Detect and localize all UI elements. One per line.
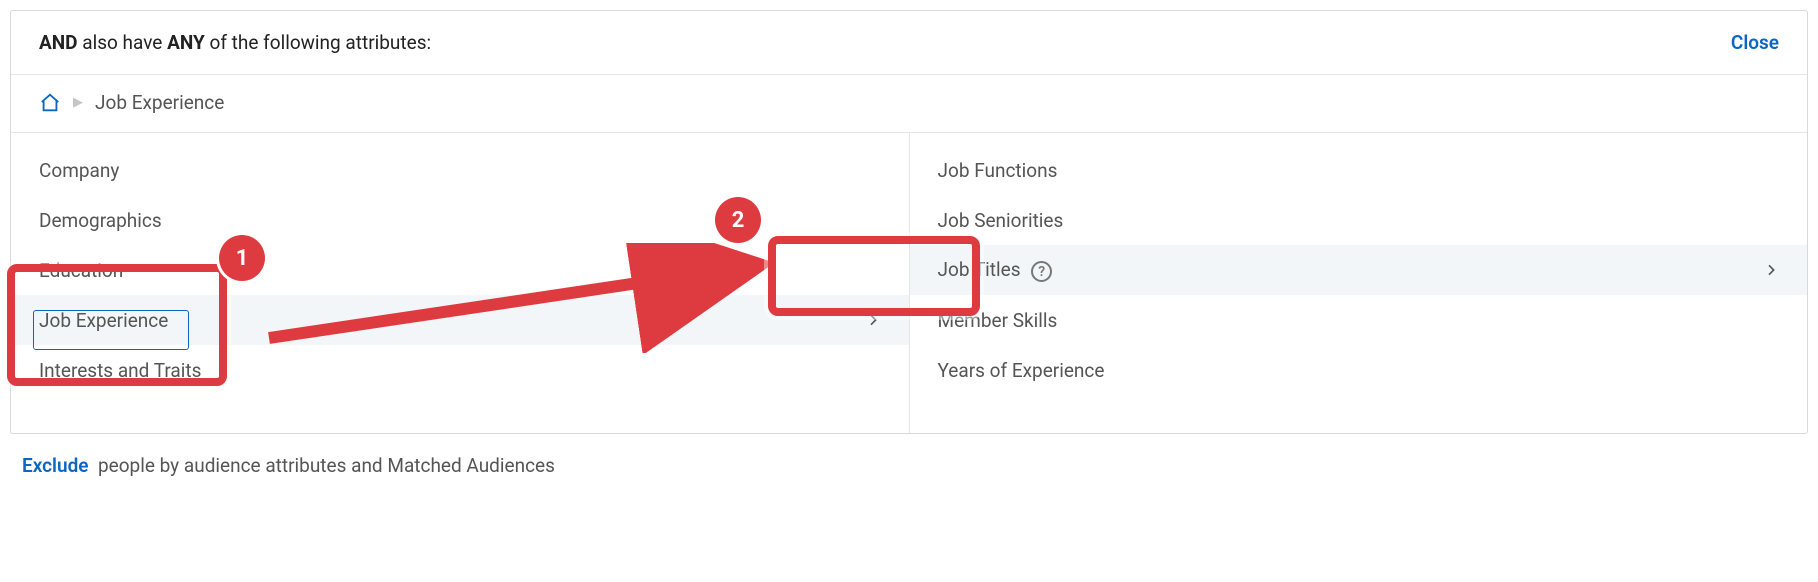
panel-header: AND also have ANY of the following attri… bbox=[11, 11, 1807, 75]
attr-label: Company bbox=[39, 159, 119, 182]
breadcrumb-current: Job Experience bbox=[95, 91, 224, 114]
chevron-right-icon bbox=[1763, 262, 1779, 278]
header-and: AND bbox=[39, 31, 78, 54]
help-icon[interactable]: ? bbox=[1031, 261, 1052, 282]
exclude-rest: people by audience attributes and Matche… bbox=[98, 454, 555, 477]
attr-label: Demographics bbox=[39, 209, 162, 232]
exclude-link[interactable]: Exclude bbox=[22, 454, 89, 477]
attr-label: Job Seniorities bbox=[938, 209, 1064, 232]
attr-education[interactable]: Education bbox=[11, 245, 909, 295]
sub-job-functions[interactable]: Job Functions bbox=[910, 145, 1808, 195]
exclude-row: Exclude people by audience attributes an… bbox=[10, 434, 1808, 477]
sub-member-skills[interactable]: Member Skills bbox=[910, 295, 1808, 345]
attr-demographics[interactable]: Demographics bbox=[11, 195, 909, 245]
chevron-right-icon bbox=[865, 312, 881, 328]
close-button[interactable]: Close bbox=[1731, 31, 1779, 54]
attr-label: Job Experience bbox=[39, 309, 168, 332]
attr-interests-traits[interactable]: Interests and Traits bbox=[11, 345, 909, 395]
attr-label: Member Skills bbox=[938, 309, 1058, 332]
header-any: ANY bbox=[167, 31, 205, 54]
attr-label: Job Functions bbox=[938, 159, 1058, 182]
breadcrumb-separator-icon: ▶ bbox=[73, 95, 83, 110]
attr-company[interactable]: Company bbox=[11, 145, 909, 195]
attr-label: Interests and Traits bbox=[39, 359, 201, 382]
home-icon[interactable] bbox=[39, 92, 61, 114]
attr-label-wrap: Job Titles ? bbox=[938, 258, 1053, 283]
attribute-category-list: Company Demographics Education Job Exper… bbox=[11, 133, 910, 433]
header-also-have: also have bbox=[82, 31, 162, 54]
breadcrumb: ▶ Job Experience bbox=[11, 75, 1807, 133]
header-text: AND also have ANY of the following attri… bbox=[39, 31, 431, 54]
attr-label: Education bbox=[39, 259, 123, 282]
sub-years-experience[interactable]: Years of Experience bbox=[910, 345, 1808, 395]
sub-job-titles[interactable]: Job Titles ? bbox=[910, 245, 1808, 295]
attr-label: Years of Experience bbox=[938, 359, 1105, 382]
header-rest: of the following attributes: bbox=[210, 31, 432, 54]
attribute-subcategory-list: Job Functions Job Seniorities Job Titles… bbox=[910, 133, 1808, 433]
attr-label: Job Titles bbox=[938, 258, 1021, 281]
audience-attribute-panel: AND also have ANY of the following attri… bbox=[10, 10, 1808, 434]
sub-job-seniorities[interactable]: Job Seniorities bbox=[910, 195, 1808, 245]
attr-job-experience[interactable]: Job Experience bbox=[11, 295, 909, 345]
attribute-columns: Company Demographics Education Job Exper… bbox=[11, 133, 1807, 433]
